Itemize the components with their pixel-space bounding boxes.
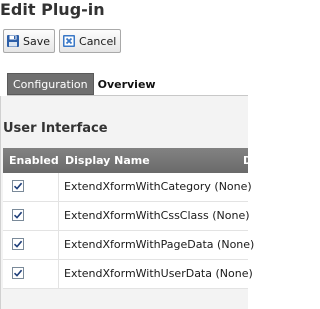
- display-name-cell: ExtendXformWithPageData (None): [64, 238, 255, 251]
- table-row: ExtendXformWithCategory (None): [3, 173, 252, 202]
- display-name-cell: ExtendXformWithUserData (None): [64, 267, 253, 280]
- enabled-checkbox[interactable]: [12, 180, 24, 192]
- plugin-grid: Enabled Display Name D ExtendXformWithCa…: [3, 148, 254, 289]
- display-name-cell: ExtendXformWithCssClass (None): [64, 209, 250, 222]
- cancel-button-label: Cancel: [79, 34, 117, 48]
- tab-configuration[interactable]: Configuration: [7, 73, 94, 95]
- enabled-checkbox[interactable]: [12, 238, 24, 250]
- section-heading: User Interface: [3, 121, 108, 136]
- checkmark-icon: [13, 211, 23, 219]
- cancel-button[interactable]: Cancel: [59, 29, 122, 53]
- display-name-cell: ExtendXformWithCategory (None): [64, 180, 252, 193]
- checkmark-icon: [13, 269, 23, 277]
- column-header-enabled[interactable]: Enabled: [9, 154, 59, 167]
- save-button-label: Save: [23, 34, 51, 48]
- table-row: ExtendXformWithCssClass (None): [3, 202, 250, 231]
- checkmark-icon: [13, 240, 23, 248]
- cancel-icon: [62, 34, 76, 48]
- tab-bar: Configuration Overview: [7, 73, 160, 95]
- floppy-disk-icon: [6, 34, 20, 48]
- table-row: ExtendXformWithPageData (None): [3, 231, 254, 260]
- grid-header: Enabled Display Name D: [3, 148, 252, 173]
- column-divider: [58, 173, 59, 289]
- table-row: ExtendXformWithUserData (None): [3, 260, 253, 289]
- column-header-description[interactable]: D: [243, 154, 252, 167]
- checkmark-icon: [13, 182, 23, 190]
- toolbar: Save Cancel: [3, 29, 122, 53]
- enabled-checkbox[interactable]: [12, 209, 24, 221]
- enabled-checkbox[interactable]: [12, 267, 24, 279]
- page-title: Edit Plug-in: [0, 0, 105, 19]
- save-button[interactable]: Save: [3, 29, 56, 53]
- tab-overview[interactable]: Overview: [94, 73, 160, 95]
- column-header-display-name[interactable]: Display Name: [65, 154, 150, 167]
